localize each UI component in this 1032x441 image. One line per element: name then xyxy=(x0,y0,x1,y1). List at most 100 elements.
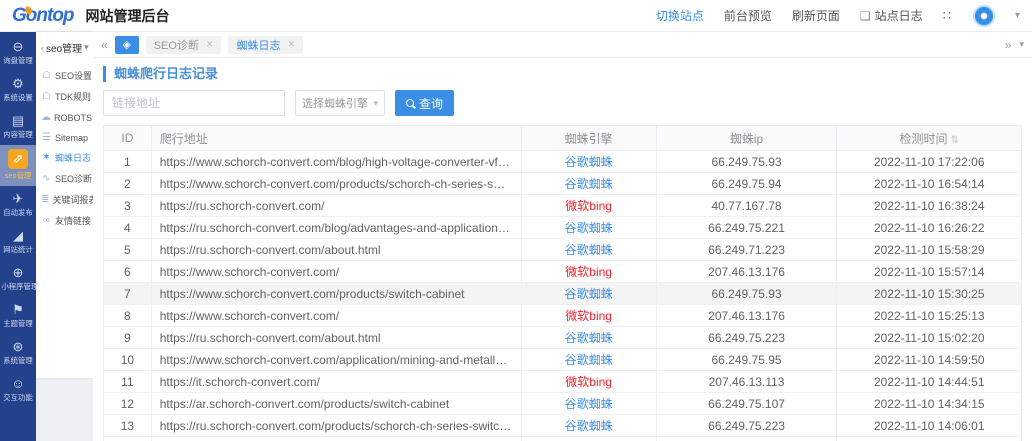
submenu-item-label: 友情链接 xyxy=(55,214,91,227)
column-header-label: 蜘蛛ip xyxy=(730,132,763,146)
sidebar-item-label: 询盘管理 xyxy=(1,55,34,65)
switch-site-label: 切换站点 xyxy=(656,7,704,24)
robots-icon: ☁ xyxy=(41,112,51,123)
shield-icon: ☖ xyxy=(41,70,52,81)
submenu-header[interactable]: ‹ seo管理 ▾ xyxy=(41,40,93,55)
home-diamond-icon: ◈ xyxy=(122,39,130,51)
cell-id: 14 xyxy=(104,437,152,441)
keyword-report-icon: ≣ xyxy=(41,194,49,205)
cell-id: 11 xyxy=(104,371,152,393)
sidebar-item-系统设置[interactable]: ⚙系统设置 xyxy=(0,71,36,108)
cell-engine: 谷歌蜘蛛 xyxy=(521,349,656,371)
cell-time: 2022-11-10 13:37:48 xyxy=(837,437,1022,441)
link-icon: ∞ xyxy=(41,215,52,226)
cell-id: 8 xyxy=(104,305,152,327)
close-icon[interactable]: ✕ xyxy=(287,39,295,50)
topbar-actions: 切换站点 前台预览 刷新页面 ❏站点日志 ∷ ▾ xyxy=(656,5,1020,27)
refresh-page-label: 刷新页面 xyxy=(792,7,840,24)
column-header-url: 爬行地址 xyxy=(151,126,521,151)
column-header-time[interactable]: 检测时间⇅ xyxy=(837,126,1022,151)
sidebar-item-label: 内容管理 xyxy=(1,129,34,139)
table-row: 1https://www.schorch-convert.com/blog/hi… xyxy=(104,151,1022,173)
sidebar-item-label: 自动发布 xyxy=(1,207,34,217)
submenu-item-关键词报表[interactable]: ≣关键词报表 xyxy=(41,189,93,210)
table-row: 5https://ru.schorch-convert.com/about.ht… xyxy=(104,239,1022,261)
column-header-label: ID xyxy=(121,131,133,145)
user-menu-caret-icon[interactable]: ▾ xyxy=(1015,10,1020,21)
table-row: 10https://www.schorch-convert.com/applic… xyxy=(104,349,1022,371)
cell-time: 2022-11-10 14:59:50 xyxy=(837,349,1022,371)
cell-ip: 40.77.167.78 xyxy=(656,195,837,217)
fullscreen-icon[interactable]: ∷ xyxy=(943,8,953,24)
column-header-label: 蜘蛛引擎 xyxy=(565,132,613,146)
cell-engine: 谷歌蜘蛛 xyxy=(521,415,656,437)
submenu-item-Sitemap[interactable]: ☰Sitemap xyxy=(41,128,93,147)
submenu-item-label: TDK规则 xyxy=(55,90,91,103)
submenu-item-SEO诊断[interactable]: ∿SEO诊断 xyxy=(41,168,93,189)
submenu-item-label: SEO设置 xyxy=(55,69,92,82)
tab-SEO诊断[interactable]: SEO诊断✕ xyxy=(146,36,222,54)
sidebar-item-系统管理[interactable]: ⊛系统管理 xyxy=(0,334,36,371)
cell-engine: 谷歌蜘蛛 xyxy=(521,217,656,239)
cell-time: 2022-11-10 14:34:15 xyxy=(837,393,1022,415)
select-caret-icon: ▾ xyxy=(373,98,378,109)
sidebar-item-seo管理[interactable]: ⇗seo管理 xyxy=(0,145,36,186)
table-row: 7https://www.schorch-convert.com/product… xyxy=(104,283,1022,305)
spider-engine-select[interactable]: 选择蜘蛛引擎 ▾ xyxy=(295,90,385,116)
submenu-item-友情链接[interactable]: ∞友情链接 xyxy=(41,210,93,231)
close-icon[interactable]: ✕ xyxy=(206,39,214,50)
submenu-item-ROBOTS设置[interactable]: ☁ROBOTS设置 xyxy=(41,107,93,128)
cell-engine: 谷歌蜘蛛 xyxy=(521,437,656,441)
tabs-scroll-left-icon[interactable]: « xyxy=(101,38,108,52)
sidebar-item-小程序管理[interactable]: ⊕小程序管理 xyxy=(0,260,36,297)
content-doc-icon: ▤ xyxy=(0,112,36,129)
gear-icon: ⚙ xyxy=(0,75,36,92)
tabs-scroll-right-icon[interactable]: » xyxy=(1005,38,1012,52)
cell-ip: 66.249.75.94 xyxy=(656,173,837,195)
cell-url: https://it.schorch-convert.com/ xyxy=(151,371,521,393)
sidebar-item-自动发布[interactable]: ✈自动发布 xyxy=(0,186,36,223)
cell-time: 2022-11-10 15:30:25 xyxy=(837,283,1022,305)
submenu-title: seo管理 xyxy=(46,40,82,55)
tab-蜘蛛日志[interactable]: 蜘蛛日志✕ xyxy=(228,36,303,54)
cell-id: 7 xyxy=(104,283,152,305)
submenu-item-TDK规则[interactable]: ☖TDK规则 xyxy=(41,86,93,107)
front-preview-button[interactable]: 前台预览 xyxy=(724,7,772,24)
sidebar-item-交互功能[interactable]: ☺交互功能 xyxy=(0,371,36,408)
sort-icon[interactable]: ⇅ xyxy=(951,135,959,146)
miniapp-globe-icon: ⊕ xyxy=(0,264,36,281)
tabs-menu-caret-icon[interactable]: ▾ xyxy=(1019,39,1024,50)
spider-log-table: ID 爬行地址 蜘蛛引擎 蜘蛛ip 检测时间⇅ 1https://www.schorch… xyxy=(103,125,1022,441)
refresh-page-button[interactable]: 刷新页面 xyxy=(792,7,840,24)
search-button-label: 查询 xyxy=(419,95,443,112)
cell-id: 5 xyxy=(104,239,152,261)
primary-sidebar: ⊖询盘管理⚙系统设置▤内容管理⇗seo管理✈自动发布◢网站统计⊕小程序管理⚑主题… xyxy=(0,32,36,441)
sidebar-item-主题管理[interactable]: ⚑主题管理 xyxy=(0,297,36,334)
tabs-container: SEO诊断✕ 蜘蛛日志✕ xyxy=(146,36,303,54)
home-tab[interactable]: ◈ xyxy=(115,36,139,54)
inquiry-icon: ⊖ xyxy=(0,38,36,55)
submenu-item-SEO设置[interactable]: ☖SEO设置 xyxy=(41,65,93,86)
cell-time: 2022-11-10 16:26:22 xyxy=(837,217,1022,239)
cell-engine: 微软bing xyxy=(521,195,656,217)
search-button[interactable]: 查询 xyxy=(395,90,454,116)
avatar[interactable] xyxy=(973,5,995,27)
table-row: 6https://www.schorch-convert.com/微软bing2… xyxy=(104,261,1022,283)
table-row: 3https://ru.schorch-convert.com/微软bing40… xyxy=(104,195,1022,217)
submenu-item-蜘蛛日志[interactable]: ✶蜘蛛日志 xyxy=(41,147,93,168)
cell-ip: 66.249.75.107 xyxy=(656,393,837,415)
cell-engine: 谷歌蜘蛛 xyxy=(521,239,656,261)
sidebar-item-网站统计[interactable]: ◢网站统计 xyxy=(0,223,36,260)
switch-site-button[interactable]: 切换站点 xyxy=(656,7,704,24)
url-search-input[interactable] xyxy=(103,90,285,116)
cell-url: https://ar.schorch-convert.com/products/… xyxy=(151,393,521,415)
cell-id: 6 xyxy=(104,261,152,283)
cell-id: 13 xyxy=(104,415,152,437)
site-log-button[interactable]: ❏站点日志 xyxy=(860,7,923,24)
sidebar-item-询盘管理[interactable]: ⊖询盘管理 xyxy=(0,34,36,71)
sidebar-item-内容管理[interactable]: ▤内容管理 xyxy=(0,108,36,145)
cell-id: 9 xyxy=(104,327,152,349)
cell-engine: 微软bing xyxy=(521,305,656,327)
table-header-row: ID 爬行地址 蜘蛛引擎 蜘蛛ip 检测时间⇅ xyxy=(104,126,1022,151)
collapse-chevron-icon[interactable]: ‹ xyxy=(41,43,44,53)
